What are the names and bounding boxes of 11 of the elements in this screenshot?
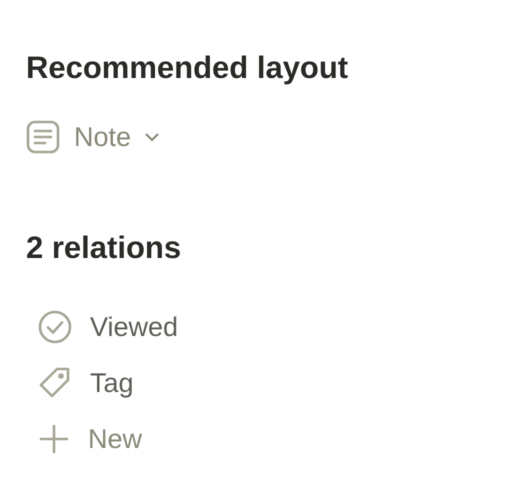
check-circle-icon [38,310,72,344]
plus-icon [38,423,70,455]
relation-item[interactable]: Tag [26,366,178,400]
relation-item[interactable]: Viewed [26,310,178,344]
document-icon [26,120,60,154]
new-relation-button[interactable]: New [26,422,178,456]
section-heading: Recommended layout [26,49,348,87]
chevron-down-icon [145,132,160,142]
section-heading: 2 relations [26,229,182,267]
layout-dropdown[interactable]: Note [26,120,160,154]
tag-icon [38,366,72,400]
